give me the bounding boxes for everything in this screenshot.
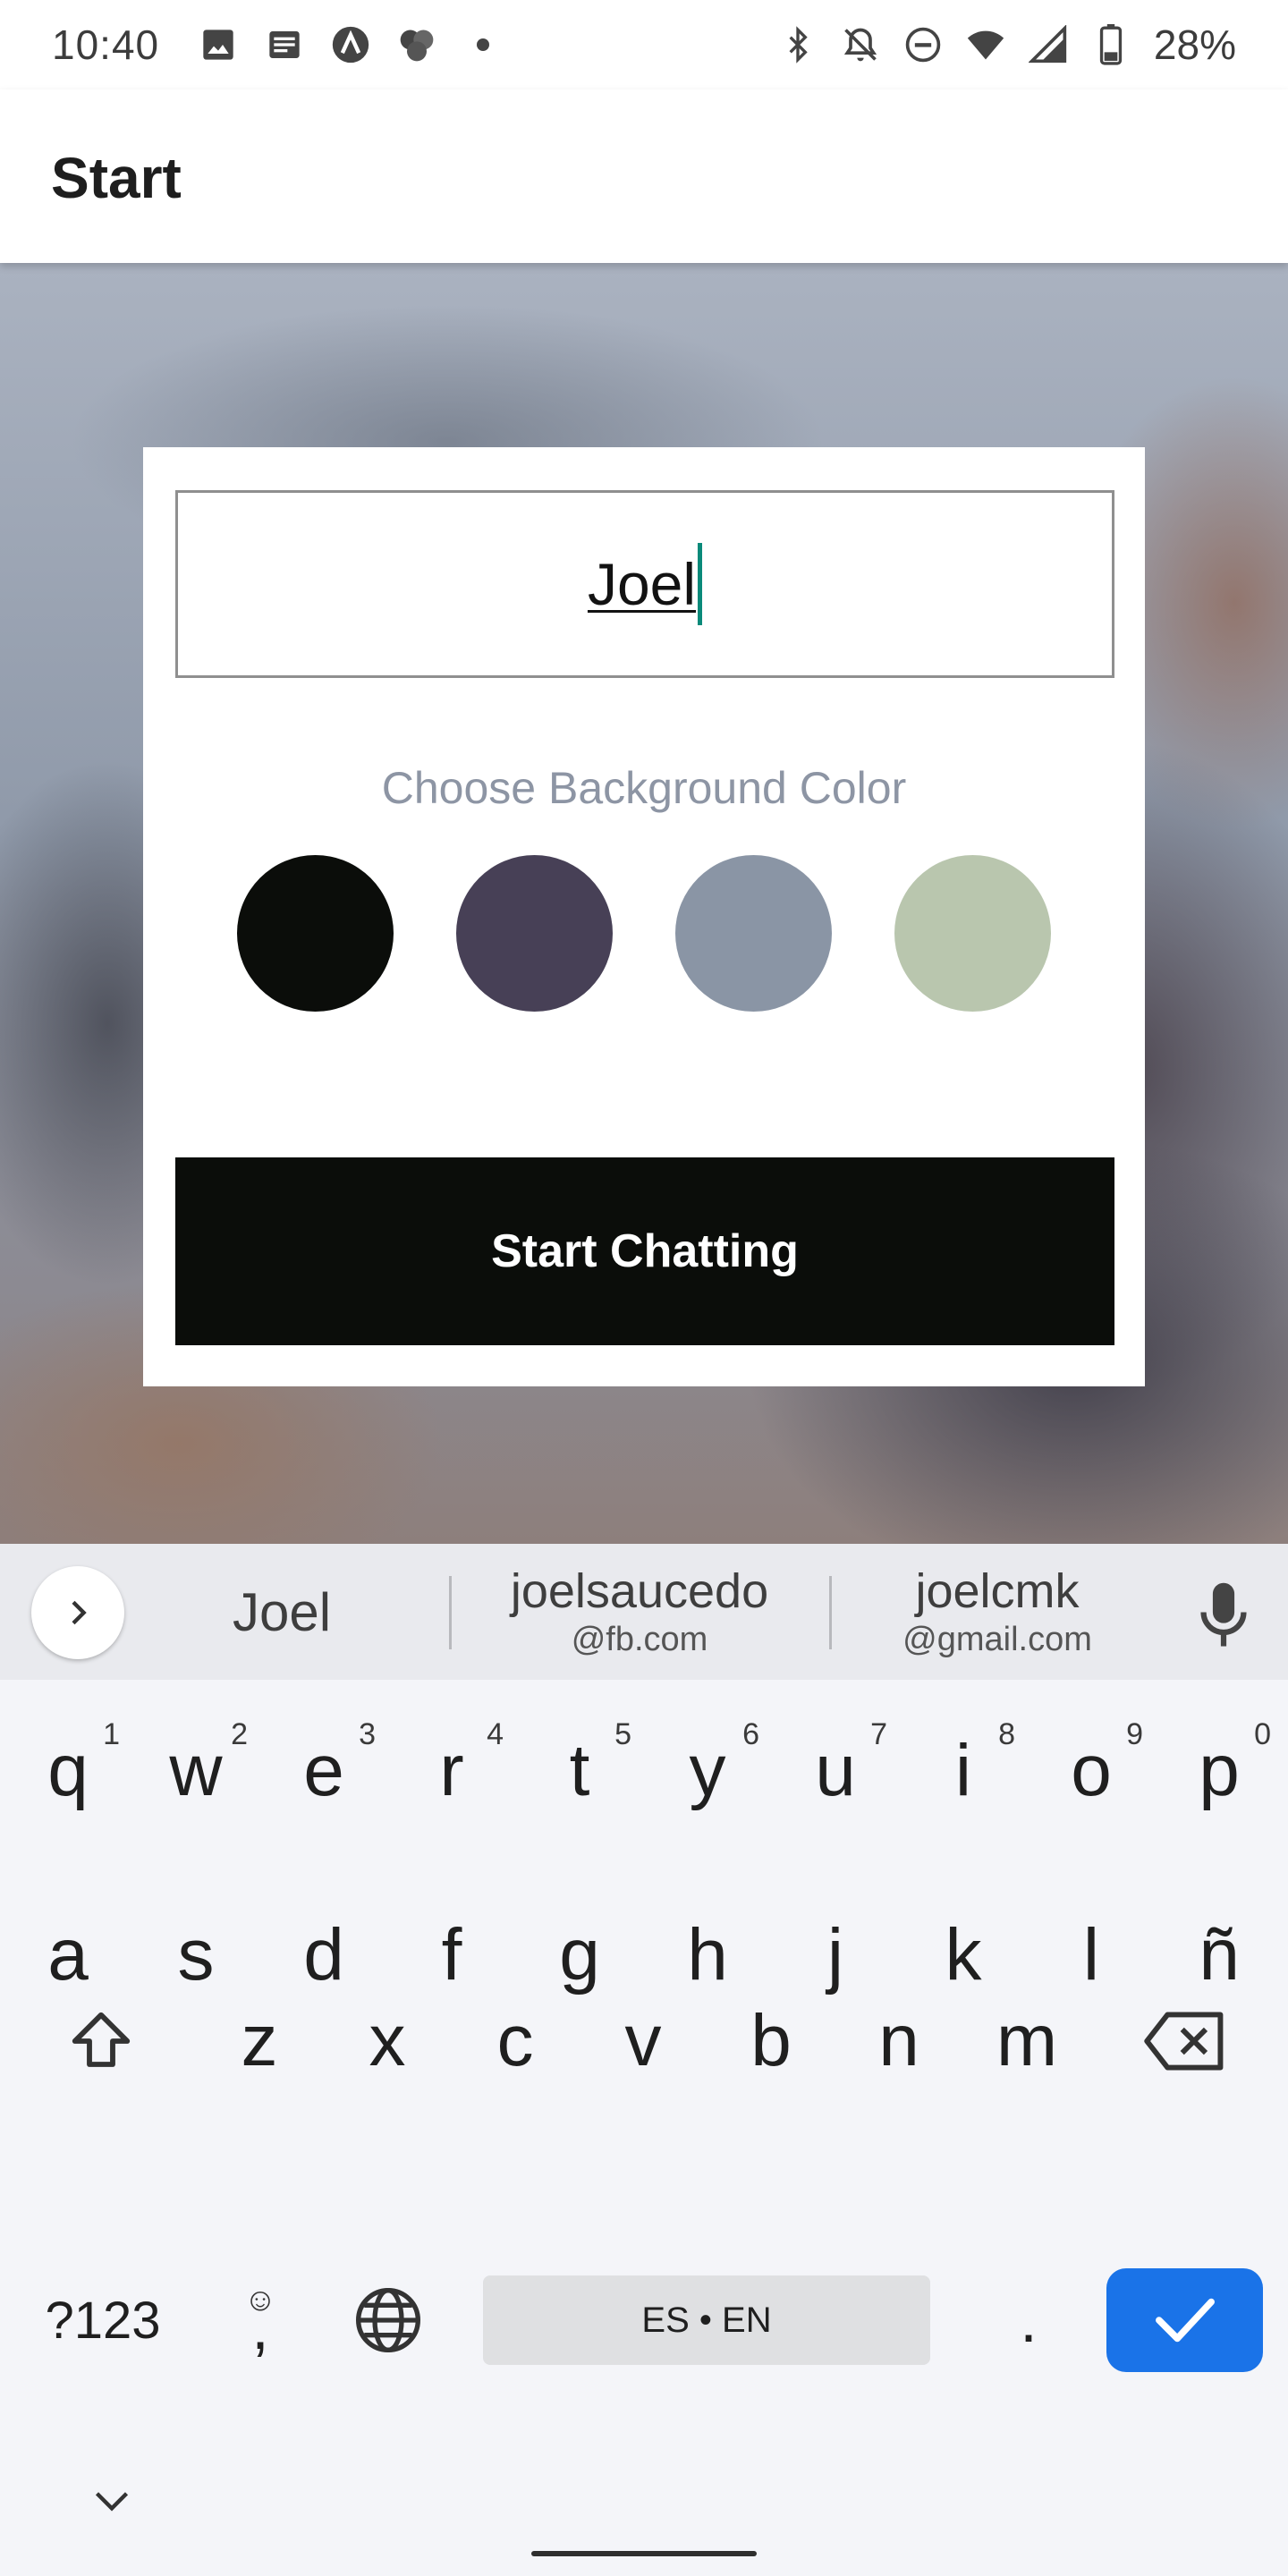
suggestion-3-sub: @gmail.com [902, 1621, 1092, 1658]
app-cluster-icon [397, 25, 436, 64]
suggestion-1[interactable]: Joel [161, 1544, 402, 1680]
key-x[interactable]: x [325, 1979, 450, 2104]
key-q[interactable]: q1 [5, 1708, 131, 1834]
bluetooth-icon [778, 25, 818, 64]
color-swatch-purple[interactable] [456, 855, 613, 1012]
key-o[interactable]: o9 [1029, 1708, 1154, 1834]
backspace-key[interactable] [1134, 1989, 1236, 2093]
space-bar-label: ES • EN [641, 2300, 772, 2340]
suggestion-divider [829, 1576, 832, 1649]
color-swatch-green[interactable] [894, 855, 1051, 1012]
signal-icon [1028, 25, 1068, 64]
app-a-icon [331, 25, 370, 64]
name-input-value: Joel [587, 551, 697, 617]
key-u[interactable]: u7 [773, 1708, 898, 1834]
color-swatch-gray[interactable] [675, 855, 832, 1012]
key-label: p [1199, 1730, 1240, 1811]
key-b[interactable]: b [708, 1979, 834, 2104]
start-chatting-button[interactable]: Start Chatting [175, 1157, 1114, 1345]
battery-percentage: 28% [1153, 21, 1236, 68]
notifications-off-icon [841, 25, 880, 64]
symbols-key[interactable]: ?123 [27, 2268, 179, 2372]
key-w[interactable]: w2 [133, 1708, 258, 1834]
key-t[interactable]: t5 [517, 1708, 642, 1834]
key-z[interactable]: z [197, 1979, 322, 2104]
image-icon [199, 25, 238, 64]
key-r[interactable]: r4 [389, 1708, 514, 1834]
status-bar: 10:40 28% [0, 0, 1288, 89]
key-hint-number: 8 [998, 1717, 1015, 1751]
key-p[interactable]: p0 [1157, 1708, 1282, 1834]
battery-icon [1091, 24, 1131, 65]
gesture-nav-handle[interactable] [531, 2551, 757, 2556]
enter-key[interactable] [1106, 2268, 1263, 2372]
suggestion-2[interactable]: joelsaucedo @fb.com [456, 1544, 823, 1680]
key-i[interactable]: i8 [901, 1708, 1026, 1834]
checkmark-icon [1155, 2298, 1215, 2343]
suggestion-2-sub: @fb.com [571, 1621, 708, 1658]
page-title: Start [51, 146, 182, 210]
status-time: 10:40 [52, 21, 160, 68]
color-swatches [143, 855, 1145, 1012]
news-icon [265, 25, 304, 64]
key-hint-number: 3 [359, 1717, 376, 1751]
key-label: i [954, 1730, 972, 1811]
hide-keyboard-button[interactable] [80, 2470, 143, 2533]
key-label: r [439, 1730, 464, 1811]
chevron-down-icon [95, 2492, 129, 2512]
key-v[interactable]: v [580, 1979, 706, 2104]
key-label: u [815, 1730, 856, 1811]
key-hint-number: 1 [103, 1717, 120, 1751]
key-c[interactable]: c [453, 1979, 578, 2104]
system-icons: 28% [778, 21, 1236, 69]
key-m[interactable]: m [964, 1979, 1089, 2104]
period-key[interactable]: . [984, 2268, 1073, 2372]
background-color-label: Choose Background Color [381, 763, 907, 813]
notification-icons [199, 25, 503, 64]
suggestion-strip: Joel joelsaucedo @fb.com joelcmk @gmail.… [0, 1544, 1288, 1680]
suggestion-3-main: joelcmk [915, 1564, 1080, 1618]
key-e[interactable]: e3 [261, 1708, 386, 1834]
suggestion-2-main: joelsaucedo [510, 1564, 769, 1618]
key-hint-number: 6 [742, 1717, 759, 1751]
key-y[interactable]: y6 [645, 1708, 770, 1834]
name-input[interactable]: Joel [175, 490, 1114, 678]
key-n[interactable]: n [836, 1979, 962, 2104]
key-hint-number: 5 [614, 1717, 631, 1751]
key-label: e [303, 1730, 344, 1811]
shift-key[interactable] [50, 1989, 152, 2093]
language-key[interactable] [343, 2268, 433, 2372]
chevron-right-icon [72, 1600, 87, 1625]
suggestion-3[interactable]: joelcmk @gmail.com [836, 1544, 1158, 1680]
key-hint-number: 0 [1254, 1717, 1271, 1751]
backspace-icon [1144, 2012, 1224, 2071]
comma-emoji-key[interactable]: ☺ , [211, 2268, 309, 2372]
comma-key-label: , [251, 2292, 269, 2362]
key-label: y [689, 1730, 726, 1811]
expand-toolbar-button[interactable] [31, 1566, 124, 1659]
start-card: Joel Choose Background Color Start Chatt… [143, 447, 1145, 1386]
shift-icon [72, 2012, 131, 2067]
microphone-icon[interactable] [1197, 1581, 1250, 1649]
color-swatch-black[interactable] [237, 855, 394, 1012]
key-label: t [569, 1730, 590, 1811]
key-hint-number: 4 [487, 1717, 504, 1751]
globe-icon [356, 2288, 420, 2352]
key-label: w [169, 1730, 223, 1811]
do-not-disturb-icon [903, 25, 943, 64]
app-bar: Start [0, 89, 1288, 263]
key-hint-number: 7 [870, 1717, 887, 1751]
dot-icon [463, 25, 503, 64]
soft-keyboard: Joel joelsaucedo @fb.com joelcmk @gmail.… [0, 1544, 1288, 2576]
suggestion-1-label: Joel [232, 1581, 332, 1642]
key-hint-number: 2 [231, 1717, 248, 1751]
wifi-icon [966, 25, 1005, 64]
suggestion-divider [449, 1576, 452, 1649]
space-bar[interactable]: ES • EN [483, 2275, 930, 2365]
text-cursor [698, 543, 703, 625]
key-label: o [1071, 1730, 1112, 1811]
key-label: q [47, 1730, 89, 1811]
key-hint-number: 9 [1126, 1717, 1143, 1751]
